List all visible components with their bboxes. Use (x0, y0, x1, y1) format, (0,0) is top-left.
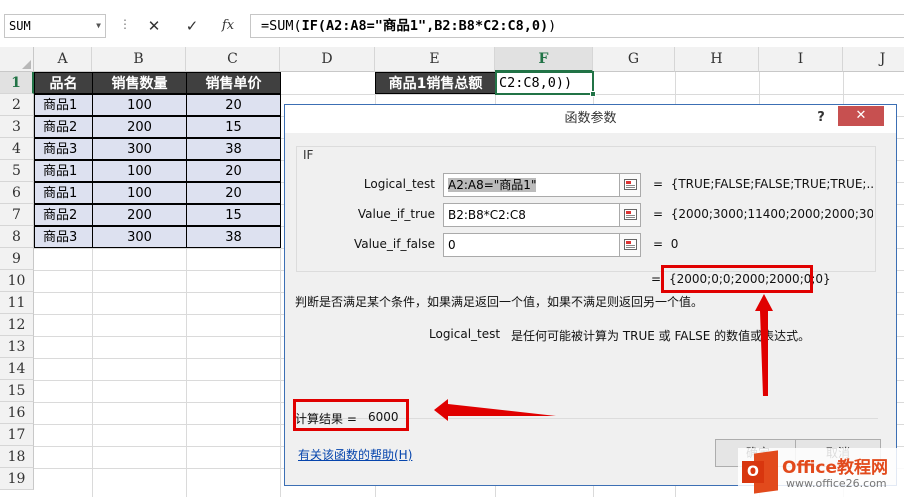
arrow-to-calc-result-icon (434, 399, 556, 421)
logo-letter: O (742, 461, 764, 483)
arrow-to-function-result-icon (755, 294, 773, 396)
watermark-title: Office教程网 (782, 458, 889, 478)
watermark-url: www.office26.com (786, 477, 887, 490)
annotation-arrows (434, 294, 773, 421)
watermark-logo: O Office教程网 www.office26.com (738, 448, 904, 497)
office-logo-icon: O (742, 450, 778, 494)
